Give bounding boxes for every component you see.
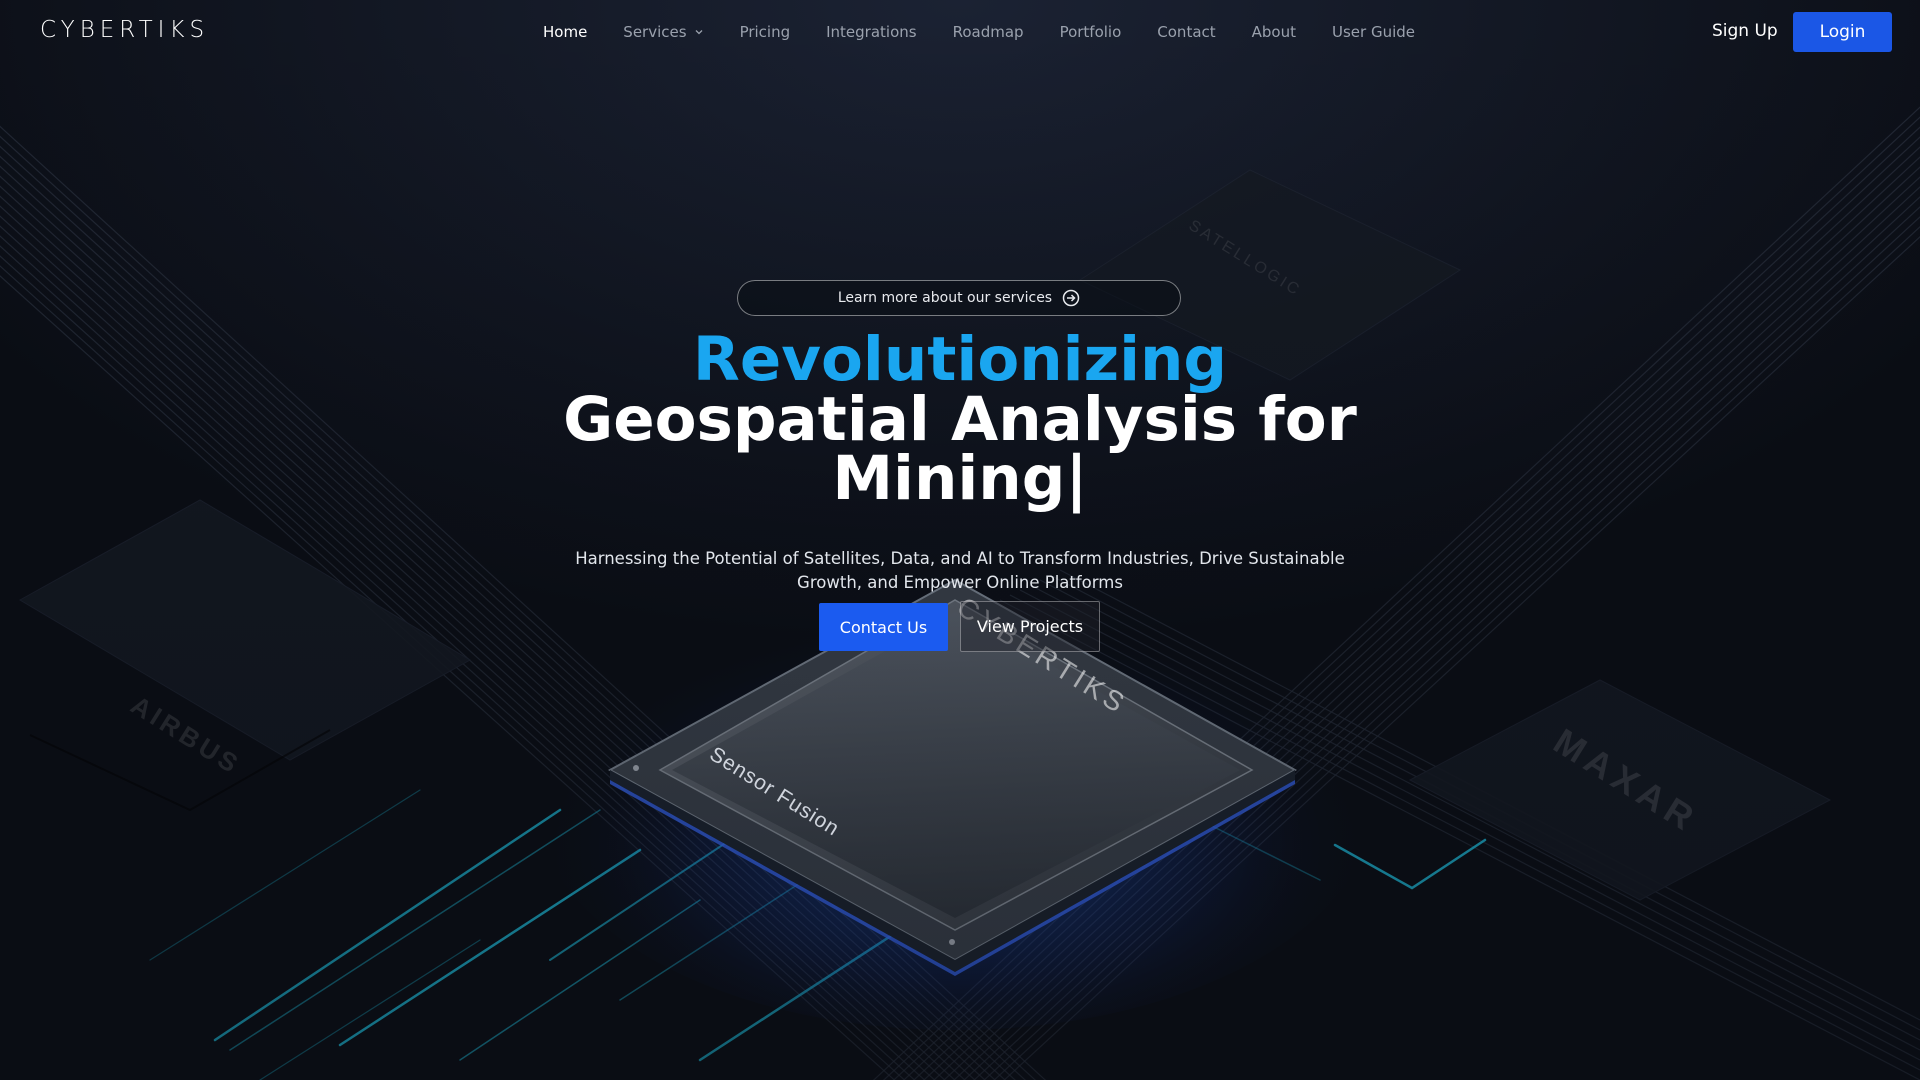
nav-user-guide-label: User Guide: [1332, 23, 1416, 41]
learn-more-services-pill[interactable]: Learn more about our services: [737, 280, 1181, 316]
brand-logo[interactable]: CYBERTIKS: [40, 17, 209, 43]
nav-contact[interactable]: Contact: [1157, 23, 1215, 41]
nav-user-guide[interactable]: User Guide: [1332, 23, 1415, 41]
learn-more-label: Learn more about our services: [837, 290, 1053, 306]
hero-subtitle: Harnessing the Potential of Satellites, …: [575, 548, 1345, 592]
view-projects-button[interactable]: View Projects: [960, 601, 1100, 652]
arrow-circle-right-icon: [1062, 289, 1080, 307]
nav-home[interactable]: Home: [543, 23, 587, 41]
nav-integrations[interactable]: Integrations: [826, 23, 916, 41]
nav-about-label: About: [1251, 23, 1296, 41]
login-button[interactable]: Login: [1793, 12, 1892, 52]
hero-background-artwork: [0, 0, 1920, 1080]
nav-pricing[interactable]: Pricing: [740, 23, 791, 41]
nav-services-label: Services: [623, 23, 687, 41]
headline-line-3: Mining|: [832, 443, 1088, 514]
nav-services[interactable]: Services: [623, 23, 703, 41]
nav-roadmap-label: Roadmap: [952, 23, 1024, 41]
nav-portfolio[interactable]: Portfolio: [1060, 23, 1122, 41]
nav-integrations-label: Integrations: [826, 23, 917, 41]
headline-line-2: Geospatial Analysis for: [563, 384, 1357, 455]
sign-up-link[interactable]: Sign Up: [1712, 21, 1778, 41]
nav-about[interactable]: About: [1252, 23, 1296, 41]
nav-home-label: Home: [543, 23, 588, 41]
nav-pricing-label: Pricing: [739, 23, 791, 41]
main-menu: Home Services Pricing Integrations Roadm…: [543, 0, 1415, 64]
nav-contact-label: Contact: [1157, 23, 1216, 41]
chevron-down-icon: [695, 30, 703, 35]
top-navbar: CYBERTIKS Home Services Pricing Integrat…: [0, 0, 1920, 64]
headline-accent: Revolutionizing: [692, 324, 1228, 395]
contact-us-button[interactable]: Contact Us: [819, 603, 948, 651]
nav-portfolio-label: Portfolio: [1059, 23, 1122, 41]
nav-roadmap[interactable]: Roadmap: [953, 23, 1024, 41]
